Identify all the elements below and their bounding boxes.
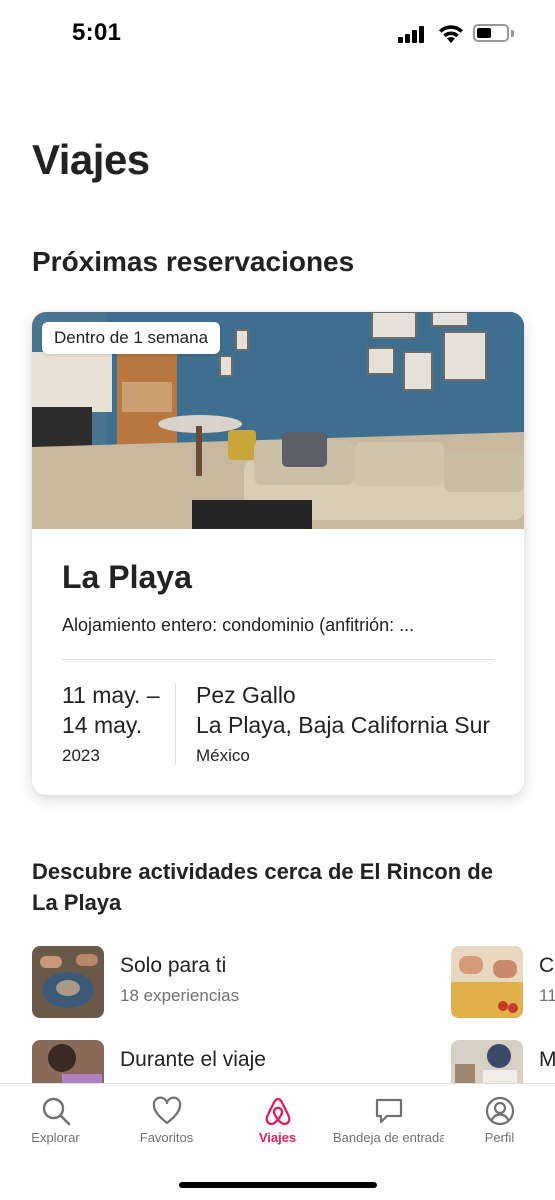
search-icon — [42, 1097, 70, 1126]
date-start: 11 may. – — [62, 682, 160, 708]
battery-icon — [473, 24, 509, 42]
experience-title: M — [539, 1048, 555, 1071]
reservation-location: Pez Gallo La Playa, Baja California Sur … — [196, 680, 516, 766]
tab-label: Viajes — [258, 1130, 297, 1145]
status-time: 5:01 — [72, 19, 122, 46]
place-region: La Playa, Baja California Sur — [196, 712, 491, 738]
airbnb-logo-icon — [265, 1097, 290, 1126]
tab-label: Perfil — [484, 1130, 515, 1145]
experience-thumbnail — [32, 946, 104, 1018]
battery-cap — [511, 30, 514, 37]
listing-subtitle: Alojamiento entero: condominio (anfitrió… — [62, 615, 415, 635]
experience-item-partial-1[interactable]: C 11 — [451, 946, 555, 1018]
tab-viajes[interactable]: Viajes — [222, 1084, 333, 1164]
tab-bandeja-de-entrada[interactable]: Bandeja de entrada — [333, 1084, 444, 1164]
tab-favoritos[interactable]: Favoritos — [111, 1084, 222, 1164]
profile-icon — [485, 1096, 514, 1126]
experience-title: C — [539, 954, 555, 977]
tab-perfil[interactable]: Perfil — [444, 1084, 555, 1164]
tab-label: Favoritos — [139, 1130, 194, 1145]
experience-count: 11 — [539, 986, 555, 1005]
card-divider — [62, 659, 494, 660]
wifi-icon — [439, 25, 463, 43]
tab-explorar[interactable]: Explorar — [0, 1084, 111, 1164]
message-icon — [375, 1098, 402, 1124]
date-year: 2023 — [62, 746, 100, 765]
experience-item-solo-para-ti[interactable]: Solo para ti 18 experiencias — [32, 946, 372, 1018]
listing-title: La Playa — [62, 559, 192, 595]
reservation-card[interactable]: Dentro de 1 semana La Playa Alojamiento … — [32, 312, 524, 795]
discover-activities-title: Descubre actividades cerca de El Rincon … — [32, 859, 493, 915]
page-title: Viajes — [32, 136, 150, 183]
vertical-divider — [175, 683, 176, 765]
date-end: 14 may. — [62, 712, 143, 738]
listing-photo: Dentro de 1 semana — [32, 312, 524, 529]
experience-title: Durante el viaje — [120, 1048, 266, 1071]
place-country: México — [196, 746, 250, 765]
experience-count: 18 experiencias — [120, 986, 240, 1005]
upcoming-reservations-title: Próximas reservaciones — [32, 246, 355, 277]
tab-label: Bandeja de entrada — [333, 1130, 444, 1145]
experience-thumbnail — [451, 946, 523, 1018]
time-until-badge: Dentro de 1 semana — [42, 322, 221, 354]
home-indicator — [179, 1182, 377, 1188]
heart-icon — [152, 1096, 181, 1125]
tab-label: Explorar — [31, 1130, 80, 1145]
experience-title: Solo para ti — [120, 954, 227, 977]
place-name: Pez Gallo — [196, 682, 296, 708]
status-bar: 5:01 — [0, 0, 555, 64]
cellular-signal-icon — [398, 25, 428, 43]
reservation-dates: 11 may. – 14 may. 2023 — [62, 680, 174, 766]
